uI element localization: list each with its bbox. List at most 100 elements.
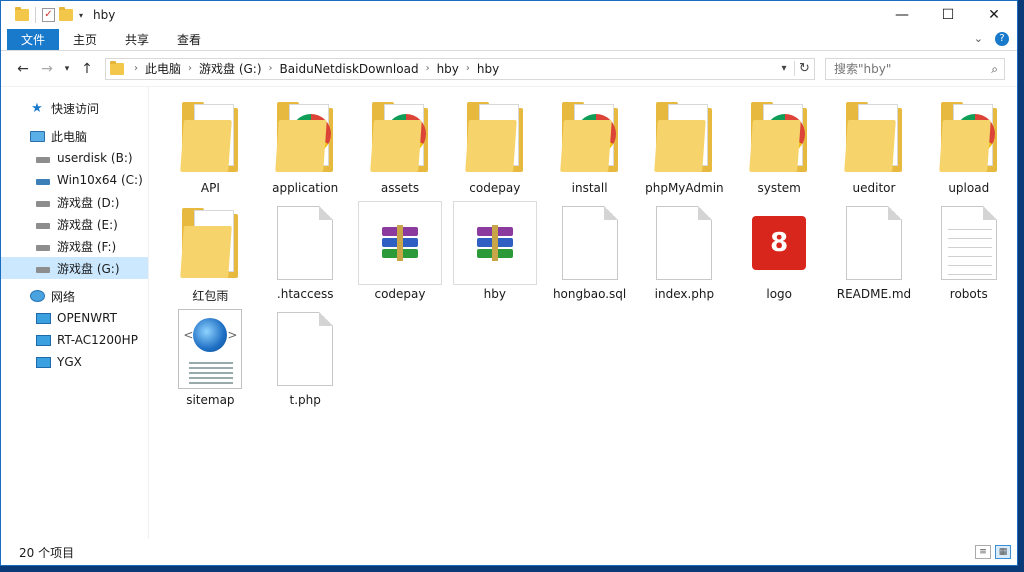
file-item[interactable]: 8 logo [732, 201, 827, 307]
file-item[interactable]: .htaccess [258, 201, 353, 307]
search-input[interactable] [834, 61, 984, 76]
view-switcher: ≡ ▦ [975, 545, 1011, 559]
up-arrow-icon[interactable]: ↑ [77, 59, 97, 79]
recent-locations-icon[interactable]: ▾ [61, 59, 73, 79]
new-folder-icon[interactable] [59, 7, 73, 21]
file-item[interactable]: t.php [258, 307, 353, 413]
file-item[interactable]: 红包雨 [163, 201, 258, 307]
chevron-right-icon[interactable]: › [422, 63, 434, 74]
main-area: ★ 快速访问 此电脑 userdisk (B:) Win10x64 (C:) 游… [1, 87, 1017, 539]
file-name: robots [949, 287, 988, 301]
drive-icon [35, 243, 51, 251]
address-actions: ▾ ↻ [774, 59, 814, 79]
file-item[interactable]: install [542, 95, 637, 201]
file-item[interactable]: API [163, 95, 258, 201]
large-icons-view-icon[interactable]: ▦ [995, 545, 1011, 559]
file-item[interactable]: codepay [447, 95, 542, 201]
breadcrumb-current[interactable]: hby [474, 62, 502, 76]
sidebar-item-rt-ac1200hp[interactable]: RT-AC1200HP [1, 329, 149, 351]
file-item[interactable]: README.md [827, 201, 922, 307]
sidebar-item-drive-d[interactable]: 游戏盘 (D:) [1, 191, 149, 213]
file-icon [263, 201, 347, 285]
explorer-window: ✓ ▾ hby — ☐ ✕ 文件 主页 共享 查看 ⌄ ? ← → ▾ ↑ › … [0, 0, 1018, 566]
customize-toolbar-icon[interactable]: ▾ [79, 11, 83, 20]
folder-icon [548, 95, 632, 179]
sidebar-item-drive-c[interactable]: Win10x64 (C:) [1, 169, 149, 191]
search-box[interactable]: ⌕ [825, 57, 1005, 80]
properties-icon[interactable]: ✓ [42, 8, 55, 22]
file-icon [548, 201, 632, 285]
folder-icon [832, 95, 916, 179]
search-icon[interactable]: ⌕ [991, 62, 998, 77]
rar-archive-icon [452, 201, 537, 285]
sidebar-item-drive-b[interactable]: userdisk (B:) [1, 147, 149, 169]
sidebar-item-label: 此电脑 [51, 129, 88, 144]
file-item[interactable]: assets [353, 95, 448, 201]
file-item[interactable]: index.php [637, 201, 732, 307]
item-count: 20 个项目 [19, 545, 75, 560]
tab-file[interactable]: 文件 [7, 29, 60, 50]
file-name: phpMyAdmin [645, 181, 724, 195]
file-item[interactable]: system [732, 95, 827, 201]
computer-icon [29, 130, 45, 142]
forward-arrow-icon[interactable]: → [37, 59, 57, 79]
breadcrumb-drive[interactable]: 游戏盘 (G:) [196, 60, 265, 77]
file-item[interactable]: phpMyAdmin [637, 95, 732, 201]
tab-share[interactable]: 共享 [111, 29, 163, 50]
help-icon[interactable]: ? [995, 32, 1009, 46]
sidebar-item-network[interactable]: 网络 [1, 285, 149, 307]
file-item[interactable]: upload [921, 95, 1016, 201]
file-name: hongbao.sql [552, 287, 627, 301]
tab-view[interactable]: 查看 [163, 29, 215, 50]
minimize-button[interactable]: — [879, 1, 925, 29]
sidebar-item-this-pc[interactable]: 此电脑 [1, 125, 149, 147]
file-grid: API application assets codepay install phpMyA… [163, 95, 1017, 413]
address-bar[interactable]: › 此电脑 › 游戏盘 (G:) › BaiduNetdiskDownload … [105, 57, 815, 80]
sidebar-item-drive-f[interactable]: 游戏盘 (F:) [1, 235, 149, 257]
expand-ribbon-icon[interactable]: ⌄ [974, 32, 983, 46]
file-item[interactable]: application [258, 95, 353, 201]
rar-archive-icon [357, 201, 442, 285]
details-view-icon[interactable]: ≡ [975, 545, 991, 559]
status-bar: 20 个项目 ≡ ▦ [1, 539, 1017, 565]
network-icon [29, 290, 45, 302]
file-item[interactable]: codepay [353, 201, 448, 307]
breadcrumb-folder[interactable]: hby [434, 62, 462, 76]
window-title: hby [93, 8, 116, 22]
breadcrumb-this-pc[interactable]: 此电脑 [142, 60, 184, 77]
refresh-icon[interactable]: ↻ [794, 61, 814, 76]
folder-icon [737, 95, 821, 179]
logo-image-icon: 8 [737, 201, 821, 285]
chevron-right-icon[interactable]: › [130, 63, 142, 74]
file-item[interactable]: ueditor [827, 95, 922, 201]
file-item[interactable]: hongbao.sql [542, 201, 637, 307]
file-item[interactable]: hby [447, 201, 542, 307]
folder-icon [15, 7, 29, 21]
sidebar-item-ygx[interactable]: YGX [1, 351, 149, 373]
file-name: upload [948, 181, 990, 195]
address-dropdown-icon[interactable]: ▾ [774, 63, 794, 74]
system-drive-icon [35, 177, 51, 185]
folder-icon [927, 95, 1011, 179]
title-bar: ✓ ▾ hby — ☐ ✕ [1, 1, 1017, 29]
breadcrumb-folder[interactable]: BaiduNetdiskDownload [277, 62, 422, 76]
close-button[interactable]: ✕ [971, 1, 1017, 29]
sidebar-item-quick-access[interactable]: ★ 快速访问 [1, 97, 149, 119]
chevron-right-icon[interactable]: › [462, 63, 474, 74]
chevron-right-icon[interactable]: › [265, 63, 277, 74]
sidebar-item-label: OPENWRT [57, 311, 117, 325]
file-icon [263, 307, 347, 391]
sidebar-item-label: RT-AC1200HP [57, 333, 138, 347]
chevron-right-icon[interactable]: › [184, 63, 196, 74]
sidebar-item-openwrt[interactable]: OPENWRT [1, 307, 149, 329]
tab-home[interactable]: 主页 [59, 29, 111, 50]
sidebar-item-drive-e[interactable]: 游戏盘 (E:) [1, 213, 149, 235]
sidebar-item-drive-g[interactable]: 游戏盘 (G:) [1, 257, 149, 279]
maximize-button[interactable]: ☐ [925, 1, 971, 29]
sidebar-item-label: 快速访问 [51, 101, 100, 116]
file-item[interactable]: robots [921, 201, 1016, 307]
sidebar-item-label: 游戏盘 (E:) [57, 217, 118, 232]
back-arrow-icon[interactable]: ← [13, 59, 33, 79]
file-item[interactable]: < > sitemap [163, 307, 258, 413]
sidebar-item-label: 游戏盘 (G:) [57, 261, 120, 276]
